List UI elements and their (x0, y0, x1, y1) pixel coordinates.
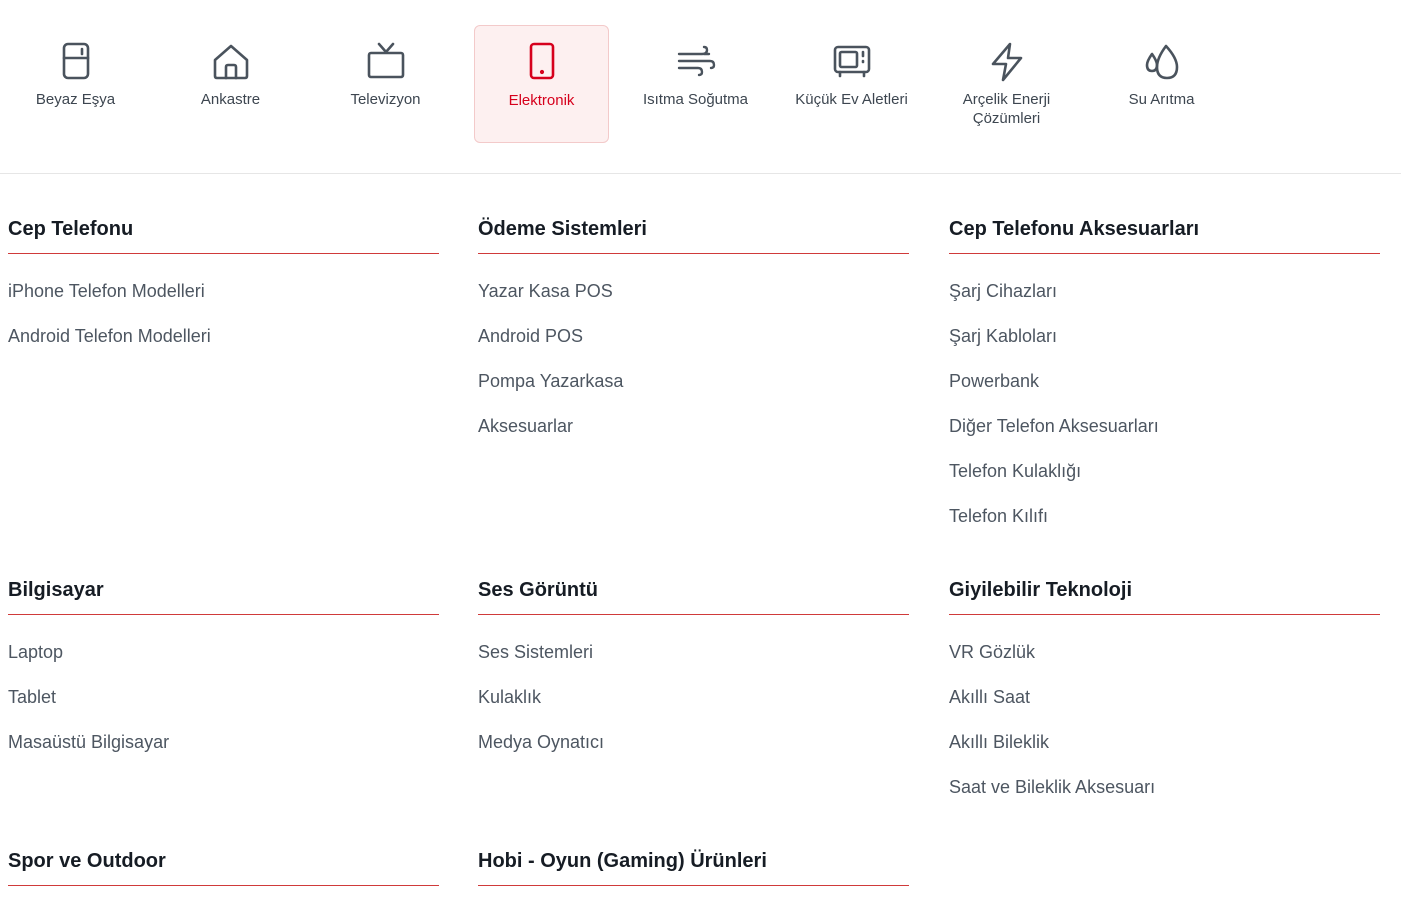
section-link[interactable]: Android POS (478, 324, 909, 369)
category-su-aritma[interactable]: Su Arıtma (1094, 25, 1229, 143)
section-links: Laptop Tablet Masaüstü Bilgisayar (8, 640, 439, 775)
section-link[interactable]: Pompa Yazarkasa (478, 369, 909, 414)
section-link[interactable]: Şarj Cihazları (949, 279, 1380, 324)
section-link[interactable]: Laptop (8, 640, 439, 685)
category-label: Isıtma Soğutma (642, 91, 749, 108)
section-title[interactable]: Cep Telefonu Aksesuarları (949, 214, 1380, 254)
section-link[interactable]: Android Telefon Modelleri (8, 324, 439, 369)
section-ses-goruntu: Ses Görüntü Ses Sistemleri Kulaklık Medy… (478, 575, 909, 775)
category-label: Küçük Ev Aletleri (795, 91, 908, 108)
water-drops-icon (1140, 40, 1184, 84)
section-odeme-sistemleri: Ödeme Sistemleri Yazar Kasa POS Android … (478, 214, 909, 459)
section-bilgisayar: Bilgisayar Laptop Tablet Masaüstü Bilgis… (8, 575, 439, 775)
section-link[interactable]: Tablet (8, 685, 439, 730)
category-arcelik-enerji-cozumleri[interactable]: Arçelik Enerji Çözümleri (939, 25, 1074, 143)
section-link[interactable]: Ses Sistemleri (478, 640, 909, 685)
section-link[interactable]: Diğer Telefon Aksesuarları (949, 414, 1380, 459)
section-links: iPhone Telefon Modelleri Android Telefon… (8, 279, 439, 369)
smartphone-icon (520, 40, 564, 84)
section-cep-telefonu-aksesuarlari: Cep Telefonu Aksesuarları Şarj Cihazları… (949, 214, 1380, 549)
category-label: Televizyon (350, 91, 421, 108)
category-label: Elektronik (508, 92, 575, 109)
section-link[interactable]: iPhone Telefon Modelleri (8, 279, 439, 324)
category-label: Arçelik Enerji Çözümleri (962, 91, 1051, 127)
category-beyaz-esya[interactable]: Beyaz Eşya (8, 25, 143, 143)
category-isitma-sogutma[interactable]: Isıtma Soğutma (628, 25, 763, 143)
section-links: VR Gözlük Akıllı Saat Akıllı Bileklik Sa… (949, 640, 1380, 820)
section-link[interactable]: Telefon Kılıfı (949, 504, 1380, 549)
section-link[interactable]: Powerbank (949, 369, 1380, 414)
section-link[interactable]: Şarj Kabloları (949, 324, 1380, 369)
section-link[interactable]: Kulaklık (478, 685, 909, 730)
section-link[interactable]: VR Gözlük (949, 640, 1380, 685)
section-hobi-oyun: Hobi - Oyun (Gaming) Ürünleri (478, 846, 909, 911)
section-title[interactable]: Spor ve Outdoor (8, 846, 439, 886)
section-cep-telefonu: Cep Telefonu iPhone Telefon Modelleri An… (8, 214, 439, 369)
section-title[interactable]: Hobi - Oyun (Gaming) Ürünleri (478, 846, 909, 886)
section-title[interactable]: Cep Telefonu (8, 214, 439, 254)
section-links: Yazar Kasa POS Android POS Pompa Yazarka… (478, 279, 909, 459)
section-link[interactable]: Akıllı Saat (949, 685, 1380, 730)
section-link[interactable]: Telefon Kulaklığı (949, 459, 1380, 504)
category-televizyon[interactable]: Televizyon (318, 25, 453, 143)
section-link[interactable]: Masaüstü Bilgisayar (8, 730, 439, 775)
section-link[interactable]: Akıllı Bileklik (949, 730, 1380, 775)
microwave-icon (830, 40, 874, 84)
category-label: Beyaz Eşya (35, 91, 116, 108)
wind-icon (674, 40, 718, 84)
category-elektronik[interactable]: Elektronik (474, 25, 609, 143)
category-label: Ankastre (200, 91, 261, 108)
category-bar: Beyaz Eşya Ankastre Televizyon Elektroni… (0, 0, 1401, 174)
lightning-icon (985, 40, 1029, 84)
home-icon (209, 40, 253, 84)
section-link[interactable]: Aksesuarlar (478, 414, 909, 459)
section-giyilebilir-teknoloji: Giyilebilir Teknoloji VR Gözlük Akıllı S… (949, 575, 1380, 820)
tv-icon (364, 40, 408, 84)
section-links: Şarj Cihazları Şarj Kabloları Powerbank … (949, 279, 1380, 549)
section-title[interactable]: Ses Görüntü (478, 575, 909, 615)
section-link[interactable]: Saat ve Bileklik Aksesuarı (949, 775, 1380, 820)
section-links: Ses Sistemleri Kulaklık Medya Oynatıcı (478, 640, 909, 775)
category-ankastre[interactable]: Ankastre (163, 25, 298, 143)
section-title[interactable]: Ödeme Sistemleri (478, 214, 909, 254)
section-link[interactable]: Medya Oynatıcı (478, 730, 909, 775)
section-title[interactable]: Giyilebilir Teknoloji (949, 575, 1380, 615)
category-kucuk-ev-aletleri[interactable]: Küçük Ev Aletleri (784, 25, 919, 143)
section-link[interactable]: Yazar Kasa POS (478, 279, 909, 324)
section-title[interactable]: Bilgisayar (8, 575, 439, 615)
category-label: Su Arıtma (1128, 91, 1195, 108)
fridge-icon (54, 40, 98, 84)
section-spor-ve-outdoor: Spor ve Outdoor (8, 846, 439, 911)
